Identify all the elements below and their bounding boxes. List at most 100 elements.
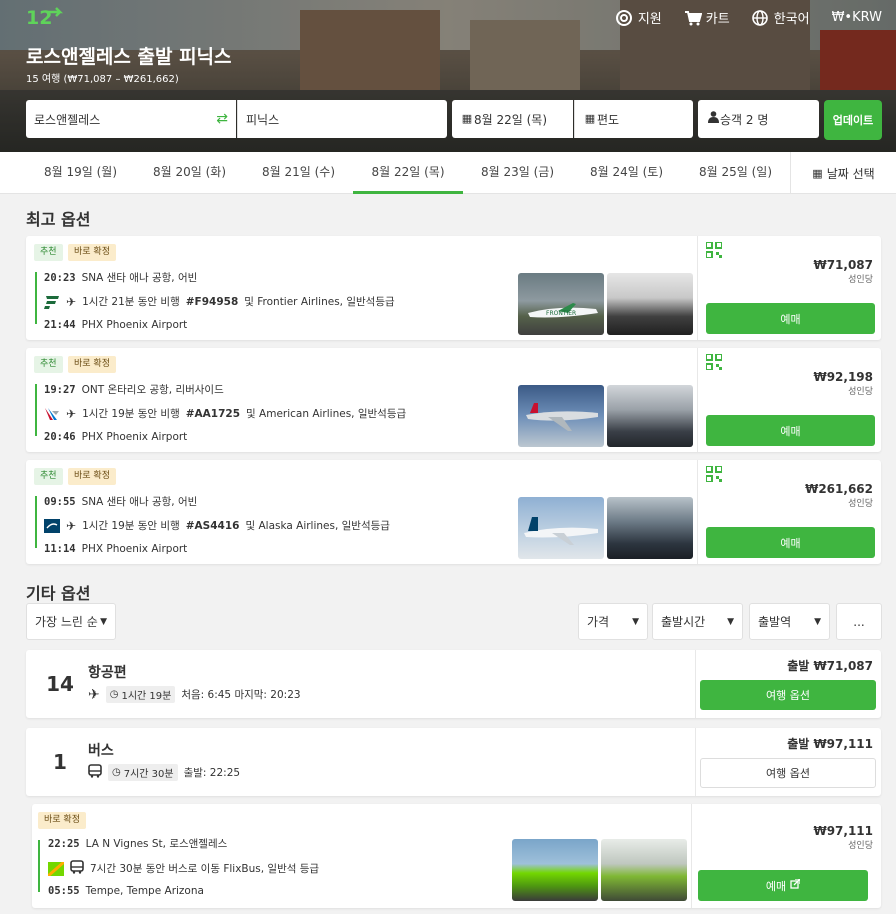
nav-language[interactable]: 한국어 [751, 8, 810, 27]
date-tab[interactable]: 8월 21일 (수) [244, 152, 353, 194]
cabin-interior-photo[interactable] [607, 497, 693, 559]
filter-departure-time-dropdown[interactable]: 출발시간 ▼ [652, 603, 743, 640]
calendar-icon: ▦ [461, 112, 473, 125]
group-price-panel: 출발 ₩97,111 여행 옵션 [695, 728, 881, 796]
svg-text:FRONTIER: FRONTIER [546, 310, 576, 317]
calendar-icon: ▦ [812, 166, 823, 180]
timeline [38, 840, 40, 892]
american-airlines-logo-icon [44, 407, 60, 421]
site-logo[interactable]: 12 [26, 4, 64, 30]
date-field[interactable]: ▦ 8월 22일 (목) [452, 100, 573, 138]
arrival-row: 05:55 Tempe, Tempe Arizona [48, 885, 204, 897]
swap-icon[interactable]: ⇄ [216, 111, 228, 127]
arrival-time: 21:44 [44, 319, 76, 331]
date-tab[interactable]: 8월 24일 (토) [572, 152, 681, 194]
duration-chip: ◷ 1시간 19분 [105, 686, 176, 703]
svg-text:12: 12 [26, 7, 52, 29]
destination-field[interactable]: 피닉스 [237, 100, 447, 138]
book-label: 예매 [765, 879, 787, 893]
clock-icon: ◷ [112, 767, 121, 778]
instant-confirm-badge: 바로 확정 [68, 356, 116, 373]
filter-station-dropdown[interactable]: 출발역 ▼ [749, 603, 830, 640]
recommended-badge: 추천 [34, 356, 63, 373]
arrival-row: 21:44 PHX Phoenix Airport [44, 319, 187, 331]
date-tab[interactable]: 8월 23일 (금) [463, 152, 572, 194]
airplane-exterior-photo[interactable] [518, 497, 604, 559]
book-button[interactable]: 예매 [706, 415, 875, 446]
destination-value: 피닉스 [246, 112, 280, 127]
group-extra-info: 처음: 6:45 마지막: 20:23 [181, 689, 301, 701]
more-filters-label: ... [853, 614, 865, 629]
departure-place: ONT 온타리오 공항, 리버사이드 [81, 384, 224, 396]
trip-card[interactable]: 추천 바로 확정 20:23 SNA 샌타 애나 공항, 어빈 ✈ 1시간 21… [26, 236, 881, 340]
sort-dropdown[interactable]: 가장 느린 순 ▼ [26, 603, 116, 640]
passengers-field[interactable]: 승객 2 명 [698, 100, 819, 138]
book-button[interactable]: 예매 [706, 303, 875, 334]
cart-icon [684, 10, 703, 26]
date-tab-active[interactable]: 8월 22일 (목) [353, 152, 463, 194]
page-subtitle: 15 여행 (₩71,087 – ₩261,662) [26, 74, 179, 85]
best-options-heading: 최고 옵션 [26, 210, 91, 229]
per-adult-label: 성인당 [848, 387, 873, 397]
transport-group-card[interactable]: 1 버스 ◷ 7시간 30분 출발: 22:25 출발 ₩97,111 여행 옵… [26, 728, 881, 796]
flight-info-row: ✈ 1시간 21분 동안 비행 #F94958 및 Frontier Airli… [44, 294, 395, 309]
group-price: 출발 ₩71,087 [787, 659, 873, 673]
update-button[interactable]: 업데이트 [824, 100, 882, 140]
airplane-exterior-photo[interactable] [518, 385, 604, 447]
support-icon [615, 9, 632, 26]
nav-support[interactable]: 지원 [615, 8, 662, 27]
arrival-place: PHX Phoenix Airport [81, 543, 188, 555]
caret-down-icon: ▼ [727, 616, 734, 627]
plane-icon: ✈ [66, 294, 77, 309]
book-external-button[interactable]: 예매 [698, 870, 868, 901]
nav-cart[interactable]: 카트 [684, 8, 730, 27]
cabin-interior-photo[interactable] [607, 385, 693, 447]
origin-field[interactable]: 로스앤젤레스 ⇄ [26, 100, 236, 138]
departure-time: 22:25 [48, 837, 80, 850]
plane-icon: ✈ [66, 406, 77, 421]
departure-place: LA N Vignes St, 로스앤젤레스 [85, 838, 228, 850]
flight-description: 1시간 19분 동안 비행 [82, 408, 180, 420]
per-adult-label: 성인당 [848, 499, 873, 509]
more-filters-button[interactable]: ... [836, 603, 882, 640]
trip-price: ₩97,111 [813, 824, 873, 838]
departure-place: SNA 샌타 애나 공항, 어빈 [81, 272, 198, 284]
nav-cart-label: 카트 [705, 12, 730, 27]
qr-code-icon [705, 241, 723, 259]
bus-info-row: 7시간 30분 동안 버스로 이동 FlixBus, 일반석 등급 [47, 860, 319, 877]
trip-options-button[interactable]: 여행 옵션 [700, 758, 876, 788]
person-icon [706, 111, 720, 127]
frontier-logo-icon [44, 295, 60, 309]
group-name: 항공편 [88, 665, 127, 681]
arrival-time: 20:46 [44, 431, 76, 443]
flight-description: 1시간 19분 동안 비행 [82, 520, 180, 532]
filter-label: 출발시간 [661, 615, 706, 629]
trip-options-button[interactable]: 여행 옵션 [700, 680, 876, 710]
nav-currency[interactable]: ₩•KRW [832, 8, 882, 27]
trip-card[interactable]: 추천 바로 확정 09:55 SNA 샌타 애나 공항, 어빈 ✈ 1시간 19… [26, 460, 881, 564]
origin-value: 로스앤젤레스 [34, 112, 101, 127]
logo-icon: 12 [26, 7, 64, 29]
trip-card[interactable]: 추천 바로 확정 19:27 ONT 온타리오 공항, 리버사이드 ✈ 1시간 … [26, 348, 881, 452]
date-tab[interactable]: 8월 25일 (일) [681, 152, 790, 194]
airplane-exterior-photo[interactable]: FRONTIER [518, 273, 604, 335]
duration-chip: ◷ 7시간 30분 [108, 764, 178, 781]
flight-info-row: ✈ 1시간 19분 동안 비행 #AA1725 및 American Airli… [44, 406, 406, 421]
trip-price: ₩92,198 [813, 370, 873, 384]
calendar-icon: ▦ [584, 112, 596, 125]
arrival-place: PHX Phoenix Airport [81, 431, 188, 443]
trip-type-value: 편도 [597, 112, 620, 127]
price-panel: ₩71,087 성인당 예매 [697, 236, 881, 340]
bus-interior-photo[interactable] [601, 839, 687, 901]
transport-group-card[interactable]: 14 항공편 ✈ ◷ 1시간 19분 처음: 6:45 마지막: 20:23 출… [26, 650, 881, 718]
date-picker-button[interactable]: ▦ 날짜 선택 [790, 152, 896, 194]
date-tab[interactable]: 8월 20일 (화) [135, 152, 244, 194]
bus-exterior-photo[interactable] [512, 839, 598, 901]
filter-price-dropdown[interactable]: 가격 ▼ [578, 603, 648, 640]
date-tab[interactable]: 8월 19일 (월) [26, 152, 135, 194]
book-button[interactable]: 예매 [706, 527, 875, 558]
cabin-interior-photo[interactable] [607, 273, 693, 335]
trip-type-field[interactable]: ▦ 편도 [574, 100, 693, 138]
bus-trip-card[interactable]: 바로 확정 22:25 LA N Vignes St, 로스앤젤레스 7시간 3… [32, 804, 881, 908]
price-panel: ₩92,198 성인당 예매 [697, 348, 881, 452]
